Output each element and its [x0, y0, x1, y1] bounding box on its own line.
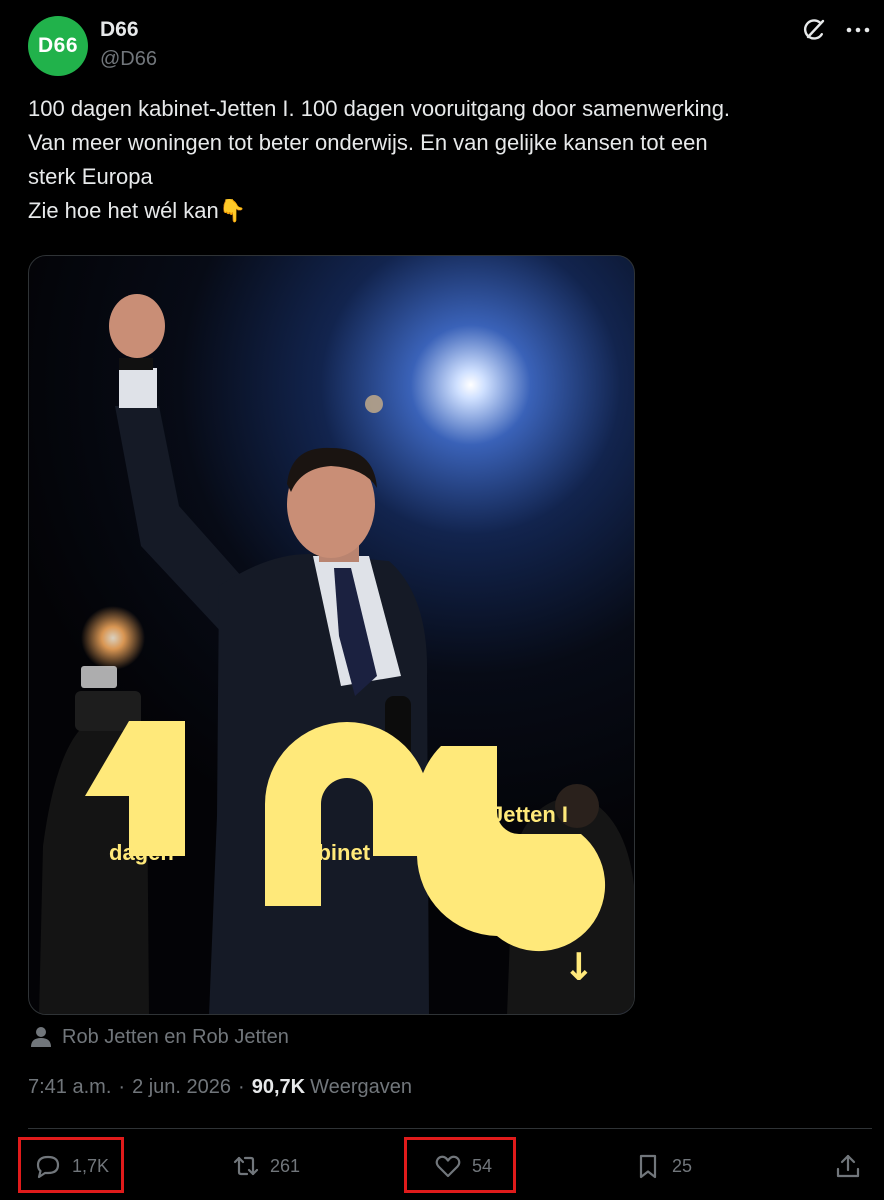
shirt-cuff: [119, 368, 157, 408]
tweet-date[interactable]: 2 jun. 2026: [132, 1076, 231, 1099]
digit-one-stem: [129, 721, 185, 856]
author-handle[interactable]: @D66: [100, 48, 157, 71]
media-label-kabinet: kabinet: [293, 840, 371, 865]
media-illustration: dagen kabinet Jetten I ↓: [39, 294, 634, 1014]
tagged-people-label: Rob Jetten en Rob Jetten: [62, 1025, 289, 1048]
grok-icon[interactable]: [800, 16, 828, 44]
tweet-time[interactable]: 7:41 a.m.: [28, 1076, 111, 1099]
avatar-text: D66: [37, 34, 79, 57]
meta-separator: ·: [118, 1076, 126, 1098]
watch: [119, 358, 153, 370]
views-label: Weergaven: [310, 1076, 413, 1098]
share-button[interactable]: [834, 1138, 862, 1194]
media-label-jetten: Jetten I: [491, 802, 568, 827]
stage-light-small: [365, 395, 383, 413]
author-name[interactable]: D66: [100, 18, 139, 42]
bookmark-button[interactable]: 25: [634, 1138, 692, 1194]
tagged-people[interactable]: Rob Jetten en Rob Jetten: [30, 1022, 289, 1052]
media-arrow: ↓: [563, 945, 595, 989]
tweet-meta: 7:41 a.m. · 2 jun. 2026 · 90,7K Weergave…: [28, 1076, 412, 1099]
more-icon[interactable]: [844, 18, 872, 42]
repost-button[interactable]: 261: [232, 1138, 300, 1194]
raised-fist: [109, 294, 165, 358]
tweet-text: 100 dagen kabinet-Jetten I. 100 dagen vo…: [28, 96, 731, 223]
repost-count: 261: [270, 1155, 301, 1176]
tweet-header: D66 D66 @D66: [28, 16, 872, 76]
repost-icon: [233, 1156, 259, 1176]
share-icon: [836, 1154, 860, 1178]
person-icon: [31, 1027, 51, 1047]
views-count: 90,7K: [251, 1076, 306, 1098]
media-label-dagen: dagen: [109, 840, 174, 865]
bookmark-icon: [639, 1154, 657, 1179]
like-highlight-box: [404, 1137, 516, 1193]
digit-zero-right: [416, 746, 606, 952]
stage-light-left: [81, 606, 145, 670]
meta-separator: ·: [238, 1076, 245, 1098]
tweet-media[interactable]: dagen kabinet Jetten I ↓: [28, 255, 635, 1015]
avatar[interactable]: D66: [28, 16, 88, 76]
reply-highlight-box: [18, 1137, 124, 1193]
divider: [28, 1128, 872, 1129]
bookmark-count: 25: [672, 1155, 693, 1176]
